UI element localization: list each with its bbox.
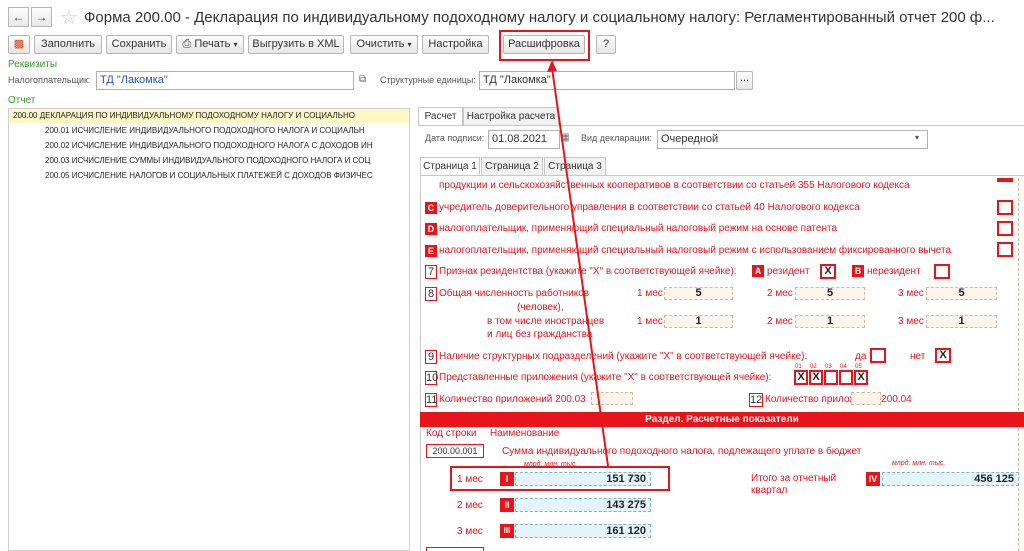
annotation-arrow — [547, 60, 609, 467]
